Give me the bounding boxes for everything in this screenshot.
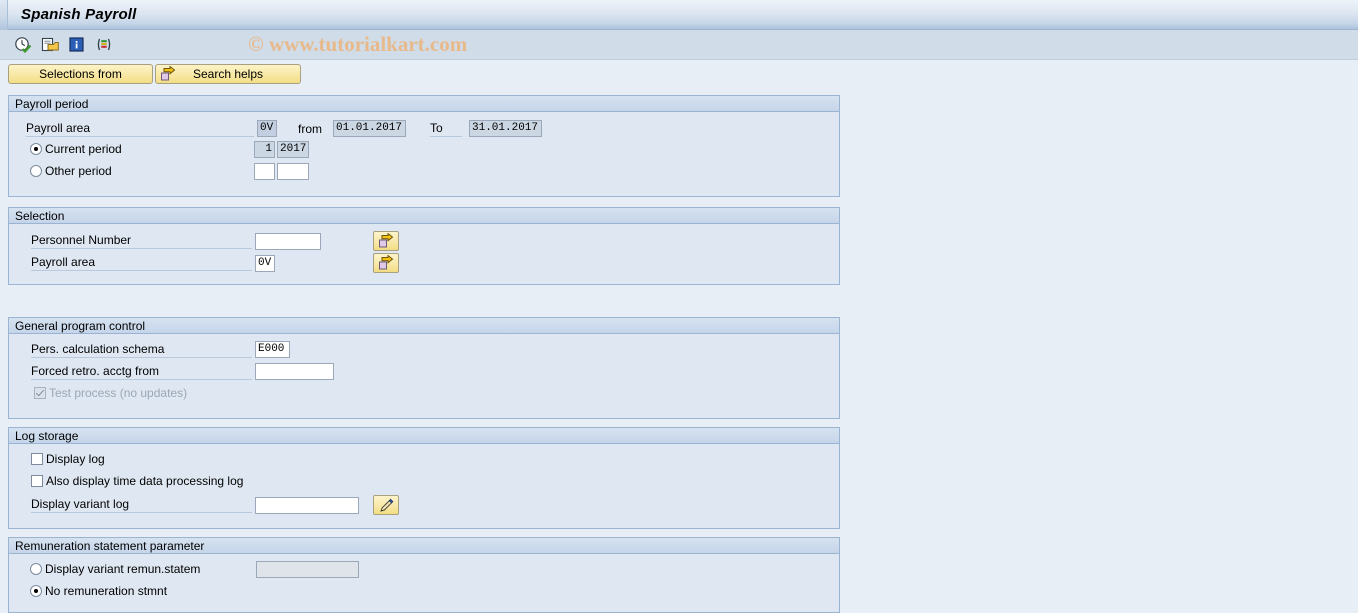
payroll-area-row: Payroll area 0V from 01.01.2017 To 31.01… xyxy=(26,120,542,137)
other-period-radio[interactable] xyxy=(30,165,42,177)
log-storage-panel-title: Log storage xyxy=(9,428,839,444)
other-period-row: Other period xyxy=(30,164,112,178)
display-log-checkbox[interactable] xyxy=(31,453,43,465)
other-period-values xyxy=(254,163,309,180)
display-variant-log-row: Display variant log xyxy=(31,495,399,515)
page-title: Spanish Payroll xyxy=(21,6,137,23)
test-process-checkbox xyxy=(34,387,46,399)
info-icon[interactable] xyxy=(68,36,86,54)
forced-retro-row: Forced retro. acctg from xyxy=(31,363,334,380)
icon-toolbar: © www.tutorialkart.com xyxy=(0,30,1358,60)
general-program-control-panel: General program control Pers. calculatio… xyxy=(8,317,840,419)
general-program-control-panel-body: Pers. calculation schema E000 Forced ret… xyxy=(9,334,839,418)
personnel-number-label: Personnel Number xyxy=(31,233,252,249)
current-period-number-input[interactable]: 1 xyxy=(254,141,275,158)
current-period-row: Current period xyxy=(30,142,122,156)
test-process-label: Test process (no updates) xyxy=(49,386,188,400)
no-remuneration-label: No remuneration stmnt xyxy=(45,584,168,598)
general-program-control-panel-title: General program control xyxy=(9,318,839,334)
display-variant-remun-row: Display variant remun.statem xyxy=(30,562,200,576)
window-title-bar: Spanish Payroll xyxy=(0,0,1358,30)
payroll-period-panel-body: Payroll area 0V from 01.01.2017 To 31.01… xyxy=(9,112,839,196)
watermark-text: © www.tutorialkart.com xyxy=(248,32,468,56)
display-variant-remun-input[interactable] xyxy=(256,561,359,578)
display-variant-remun-radio[interactable] xyxy=(30,563,42,575)
display-variant-log-edit-button[interactable] xyxy=(373,495,399,515)
display-log-label: Display log xyxy=(46,452,105,466)
forced-retro-label: Forced retro. acctg from xyxy=(31,364,252,380)
remuneration-statement-panel: Remuneration statement parameter Display… xyxy=(8,537,840,613)
selection-payroll-area-label: Payroll area xyxy=(31,255,252,271)
selection-panel: Selection Personnel Number Payroll area … xyxy=(8,207,840,285)
title-bar-left-cap xyxy=(0,0,8,30)
payroll-period-panel-title: Payroll period xyxy=(9,96,839,112)
to-label: To xyxy=(430,121,462,137)
current-period-radio[interactable] xyxy=(30,143,42,155)
personnel-number-multi-select-button[interactable] xyxy=(373,231,399,251)
forced-retro-input[interactable] xyxy=(255,363,334,380)
multi-selection-arrow-icon xyxy=(160,66,176,82)
payroll-area-multi-select-button[interactable] xyxy=(373,253,399,273)
other-period-number-input[interactable] xyxy=(254,163,275,180)
display-variant-log-label: Display variant log xyxy=(31,497,252,513)
log-storage-panel: Log storage Display log Also display tim… xyxy=(8,427,840,529)
pencil-edit-icon xyxy=(379,498,394,513)
log-storage-panel-body: Display log Also display time data proce… xyxy=(9,444,839,528)
action-button-row: Selections from Search helps xyxy=(0,60,1358,88)
selection-panel-title: Selection xyxy=(9,208,839,224)
calculation-schema-label: Pers. calculation schema xyxy=(31,342,252,358)
time-data-log-checkbox[interactable] xyxy=(31,475,43,487)
multicolor-list-icon[interactable] xyxy=(95,36,113,54)
time-data-log-row: Also display time data processing log xyxy=(31,474,243,488)
from-label: from xyxy=(298,121,322,136)
search-helps-label: Search helps xyxy=(192,67,264,81)
search-helps-button[interactable]: Search helps xyxy=(155,64,301,84)
calculation-schema-input[interactable]: E000 xyxy=(255,341,290,358)
selections-from-button[interactable]: Selections from xyxy=(8,64,153,84)
display-variant-log-input[interactable] xyxy=(255,496,359,514)
selection-payroll-area-row: Payroll area 0V xyxy=(31,253,399,273)
selection-payroll-area-input[interactable]: 0V xyxy=(255,254,275,272)
current-period-year-input[interactable]: 2017 xyxy=(277,141,309,158)
other-period-year-input[interactable] xyxy=(277,163,309,180)
personnel-number-input[interactable] xyxy=(255,232,321,250)
multi-selection-arrow-icon xyxy=(378,255,394,271)
remuneration-statement-panel-body: Display variant remun.statem No remunera… xyxy=(9,554,839,612)
current-period-values: 1 2017 xyxy=(254,141,309,158)
payroll-period-panel: Payroll period Payroll area 0V from 01.0… xyxy=(8,95,840,197)
period-from-date-input[interactable]: 01.01.2017 xyxy=(333,120,406,137)
execute-clock-icon[interactable] xyxy=(14,36,32,54)
payroll-area-label: Payroll area xyxy=(26,121,254,137)
test-process-row: Test process (no updates) xyxy=(34,386,187,400)
payroll-area-input[interactable]: 0V xyxy=(257,120,277,137)
no-remuneration-radio[interactable] xyxy=(30,585,42,597)
selection-panel-body: Personnel Number Payroll area 0V xyxy=(9,224,839,284)
display-variant-remun-value-wrap xyxy=(256,561,359,578)
no-remuneration-row: No remuneration stmnt xyxy=(30,584,167,598)
variant-folder-icon[interactable] xyxy=(41,36,59,54)
period-to-date-input[interactable]: 31.01.2017 xyxy=(469,120,542,137)
display-log-row: Display log xyxy=(31,452,105,466)
other-period-label: Other period xyxy=(45,164,112,178)
display-variant-remun-label: Display variant remun.statem xyxy=(45,562,201,576)
personnel-number-row: Personnel Number xyxy=(31,231,399,251)
current-period-label: Current period xyxy=(45,142,122,156)
remuneration-statement-panel-title: Remuneration statement parameter xyxy=(9,538,839,554)
multi-selection-arrow-icon xyxy=(378,233,394,249)
time-data-log-label: Also display time data processing log xyxy=(46,474,244,488)
calculation-schema-row: Pers. calculation schema E000 xyxy=(31,341,290,358)
